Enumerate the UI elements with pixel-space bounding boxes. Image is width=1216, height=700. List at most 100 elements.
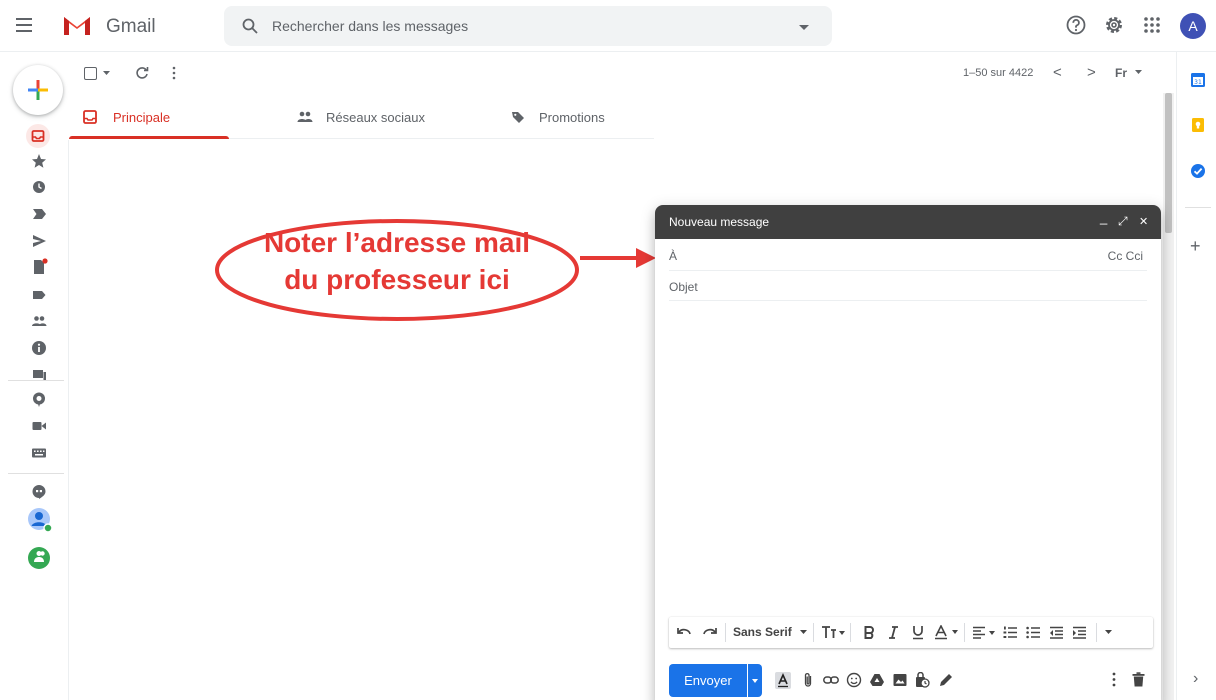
apps-grid-icon[interactable]	[1141, 14, 1163, 36]
subject-placeholder: Objet	[669, 280, 698, 294]
tab-label: Promotions	[539, 110, 605, 125]
attach-file-icon[interactable]	[803, 672, 813, 688]
gmail-logo-icon[interactable]	[62, 13, 92, 37]
formatting-options-icon[interactable]	[775, 672, 791, 689]
main-menu-icon[interactable]	[16, 18, 32, 32]
app-name: Gmail	[106, 16, 156, 37]
previous-page-button[interactable]: <	[1053, 64, 1062, 81]
nav-border	[68, 140, 69, 700]
search-input[interactable]	[272, 6, 792, 46]
redo-icon[interactable]	[702, 627, 717, 638]
italic-icon[interactable]	[888, 626, 899, 639]
send-button[interactable]: Envoyer	[669, 664, 747, 697]
search-options-icon[interactable]	[799, 25, 809, 31]
expand-button[interactable]: ⤢	[1118, 214, 1128, 229]
search-icon[interactable]	[242, 18, 258, 34]
font-caret-icon[interactable]	[800, 630, 807, 635]
side-panel-divider	[1185, 207, 1211, 208]
help-icon[interactable]	[1065, 14, 1087, 36]
side-panel: 31 + ›	[1176, 52, 1216, 700]
sent-icon[interactable]	[30, 232, 48, 250]
more-options-icon[interactable]	[172, 66, 176, 80]
compose-button[interactable]	[13, 65, 63, 115]
snoozed-clock-icon[interactable]	[30, 178, 48, 196]
input-tools-caret-icon[interactable]	[1135, 70, 1142, 75]
numbered-list-icon[interactable]	[1003, 626, 1017, 639]
scrollbar-thumb[interactable]	[1165, 93, 1172, 233]
hangouts-status-icon[interactable]	[27, 546, 51, 570]
undo-icon[interactable]	[677, 627, 692, 638]
important-icon[interactable]	[30, 205, 48, 223]
signature-pen-icon[interactable]	[938, 672, 954, 688]
formatting-toolbar: Sans Serif	[669, 617, 1153, 648]
annotation-line-2: du professeur ici	[284, 264, 510, 295]
compose-plus-icon	[28, 80, 48, 100]
select-all-checkbox[interactable]	[84, 67, 97, 80]
updates-info-icon[interactable]	[30, 339, 48, 357]
add-addon-plus-icon[interactable]: +	[1190, 236, 1201, 257]
tab-reseaux-sociaux[interactable]: Réseaux sociaux	[269, 95, 469, 139]
main-scrollbar[interactable]	[1163, 93, 1174, 700]
account-avatar[interactable]: A	[1180, 13, 1206, 39]
label-icon[interactable]	[30, 286, 48, 304]
people-icon	[297, 111, 313, 122]
annotation-text: Noter l’adresse mail du professeur ici	[214, 224, 580, 298]
cc-bcc-link[interactable]: Cc Cci	[1108, 249, 1143, 263]
toolbar-divider	[964, 623, 965, 642]
subject-field[interactable]: Objet	[669, 271, 1147, 301]
more-formatting-caret-icon[interactable]	[1105, 630, 1112, 635]
svg-text:31: 31	[1194, 79, 1202, 86]
close-button[interactable]: ✕	[1139, 215, 1148, 228]
recipients-field[interactable]: À Cc Cci	[669, 239, 1147, 271]
text-color-icon[interactable]	[935, 625, 959, 640]
align-icon[interactable]	[972, 626, 996, 639]
font-size-icon[interactable]	[821, 625, 845, 639]
tag-icon	[512, 112, 524, 123]
drafts-icon[interactable]	[30, 258, 48, 276]
annotation-line-1: Noter l’adresse mail	[263, 227, 531, 258]
next-page-button[interactable]: >	[1087, 64, 1096, 81]
meet-chat-icon[interactable]	[30, 390, 48, 408]
keep-notes-icon[interactable]	[1190, 117, 1206, 133]
toolbar-divider	[813, 623, 814, 642]
insert-link-icon[interactable]	[823, 672, 839, 688]
inbox-icon[interactable]	[26, 124, 50, 148]
pagination-text: 1–50 sur 4422	[963, 67, 1034, 79]
compose-window: Nouveau message _ ⤢ ✕ À Cc Cci Objet San…	[655, 205, 1161, 700]
show-side-panel-chevron-icon[interactable]: ›	[1193, 670, 1198, 688]
discard-draft-trash-icon[interactable]	[1132, 672, 1145, 687]
indent-more-icon[interactable]	[1072, 626, 1086, 639]
underline-icon[interactable]	[912, 625, 924, 640]
tab-promotions[interactable]: Promotions	[469, 95, 654, 139]
compose-header[interactable]: Nouveau message _ ⤢ ✕	[655, 205, 1161, 239]
tab-label: Principale	[113, 110, 171, 125]
social-people-icon[interactable]	[30, 312, 48, 330]
keyboard-icon[interactable]	[30, 444, 48, 462]
user-avatar-icon[interactable]	[27, 507, 53, 533]
bold-icon[interactable]	[864, 626, 875, 639]
video-camera-icon[interactable]	[30, 417, 48, 435]
calendar-icon[interactable]: 31	[1190, 72, 1206, 88]
refresh-icon[interactable]	[135, 66, 149, 80]
confidential-mode-icon[interactable]	[914, 672, 930, 688]
input-tools-button[interactable]: Fr	[1115, 66, 1127, 80]
toolbar-divider	[1096, 623, 1097, 642]
more-options-icon[interactable]	[1112, 672, 1116, 687]
to-label: À	[669, 249, 678, 263]
bulleted-list-icon[interactable]	[1026, 626, 1040, 639]
settings-gear-icon[interactable]	[1103, 14, 1125, 36]
tasks-icon[interactable]	[1190, 163, 1206, 179]
select-options-icon[interactable]	[103, 71, 110, 76]
inbox-icon	[83, 110, 97, 124]
google-drive-icon[interactable]	[869, 672, 885, 688]
insert-photo-icon[interactable]	[892, 672, 908, 688]
emoji-icon[interactable]	[846, 672, 862, 688]
font-family-select[interactable]: Sans Serif	[733, 625, 792, 639]
compose-title: Nouveau message	[669, 215, 770, 229]
schedule-send-button[interactable]	[748, 664, 762, 697]
indent-less-icon[interactable]	[1049, 626, 1063, 639]
starred-icon[interactable]	[30, 152, 48, 170]
tab-principale[interactable]: Principale	[69, 95, 269, 139]
minimize-button[interactable]: _	[1100, 210, 1107, 225]
hangouts-icon[interactable]	[30, 483, 48, 501]
